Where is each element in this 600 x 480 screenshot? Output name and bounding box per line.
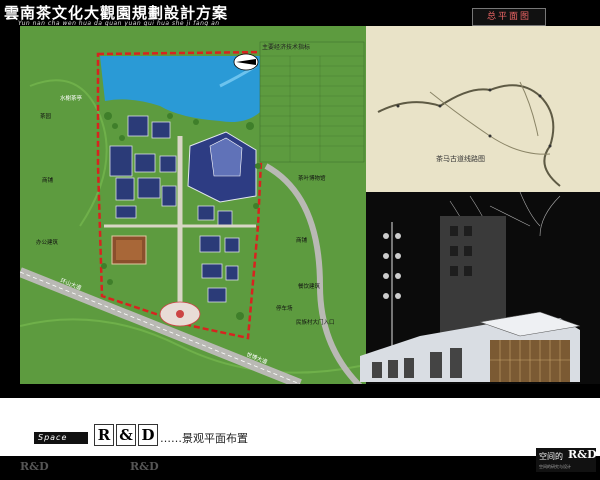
logo-line-1: 空间的 [539,452,563,461]
route-map-panel [366,26,600,192]
master-plan-sheet: 水榭茶亭 茶园 商铺 办公建筑 茶叶博物馆 商铺 餐饮建筑 停车场 民族村大门入… [20,26,600,386]
stats-title: 主要经济技术指标 [262,44,311,51]
footer-band [0,398,600,456]
label-water-pavilion: 水榭茶亭 [60,96,83,102]
r-letter: R [94,424,114,446]
footer-subtitle: ……景观平面布置 [160,432,248,445]
label-shops-east: 商铺 [296,238,308,244]
master-plan-drawing [20,26,600,386]
label-tea-garden: 茶园 [40,114,52,120]
logo-line-3: 空间的研究与设计 [539,464,571,469]
studio-logo: 空间的 R&D 空间的研究与设计 [536,448,597,472]
tower-block [440,216,506,336]
route-map-caption: 茶马古道线路图 [436,155,485,163]
label-parking: 停车场 [276,306,293,312]
label-village-entrance: 民族村大门入口 [296,320,335,326]
amp-letter: & [116,424,136,446]
logo-line-2: R&D [568,448,597,461]
d-letter: D [138,424,158,446]
sheet-badge: 总平面图 [472,8,546,26]
label-dining: 餐饮建筑 [298,284,321,290]
ghost-logo-2: R&D [130,460,159,473]
space-label: Space [34,432,88,444]
ghost-logo-1: R&D [20,460,49,473]
label-tea-museum: 茶叶博物馆 [298,176,326,182]
north-arrow-icon [233,53,259,71]
label-shops: 商铺 [42,178,54,184]
stats-table [259,41,365,163]
label-office: 办公建筑 [36,240,59,246]
